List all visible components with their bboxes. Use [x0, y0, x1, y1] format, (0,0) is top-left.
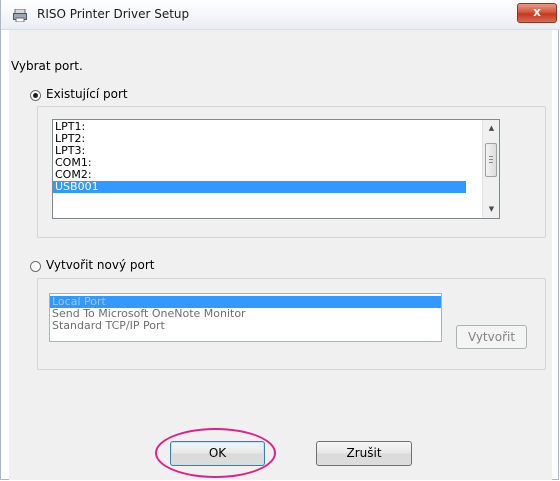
list-item-usb001[interactable]: USB001 — [53, 181, 466, 193]
list-item-lpt2[interactable]: LPT2: — [53, 133, 499, 145]
new-port-label[interactable]: Vytvořit nový port — [46, 258, 155, 272]
create-port-button[interactable]: Vytvořit — [456, 325, 527, 349]
list-item-lpt1[interactable]: LPT1: — [53, 121, 499, 133]
instruction-text: Vybrat port. — [11, 59, 83, 73]
existing-port-label[interactable]: Existující port — [46, 87, 128, 101]
existing-port-items: LPT1: LPT2: LPT3: COM1: COM2: USB001 — [53, 120, 499, 193]
scroll-up-arrow[interactable]: ▲ — [483, 120, 499, 137]
new-port-type-items: Local Port Send To Microsoft OneNote Mon… — [50, 294, 441, 332]
cancel-button[interactable]: Zrušit — [316, 441, 412, 466]
window-title: RISO Printer Driver Setup — [37, 7, 190, 21]
list-item-com1[interactable]: COM1: — [53, 157, 499, 169]
new-port-type-list[interactable]: Local Port Send To Microsoft OneNote Mon… — [49, 293, 442, 342]
list-item-lpt3[interactable]: LPT3: — [53, 145, 499, 157]
list-item-com2[interactable]: COM2: — [53, 169, 499, 181]
list-item-tcpip-port[interactable]: Standard TCP/IP Port — [50, 320, 441, 332]
close-icon: x — [533, 5, 541, 19]
existing-port-list[interactable]: LPT1: LPT2: LPT3: COM1: COM2: USB001 ▲ ▼ — [52, 119, 500, 219]
ok-button-highlight-annotation — [155, 428, 276, 478]
existing-port-radio[interactable] — [30, 90, 41, 101]
thumb-grip-line — [489, 162, 493, 163]
existing-port-scrollbar[interactable]: ▲ ▼ — [482, 120, 499, 218]
thumb-grip-line — [489, 156, 493, 157]
title-bar[interactable]: RISO Printer Driver Setup x — [1, 0, 560, 30]
thumb-grip-line — [489, 159, 493, 160]
new-port-radio[interactable] — [30, 261, 41, 272]
printer-driver-icon — [13, 9, 27, 22]
dialog-body: Vybrat port. Existující port LPT1: LPT2:… — [9, 30, 552, 480]
setup-dialog-window: RISO Printer Driver Setup x Vybrat port.… — [0, 0, 560, 480]
scroll-thumb[interactable] — [485, 143, 497, 177]
scroll-down-arrow[interactable]: ▼ — [483, 201, 499, 218]
close-button[interactable]: x — [517, 3, 557, 23]
